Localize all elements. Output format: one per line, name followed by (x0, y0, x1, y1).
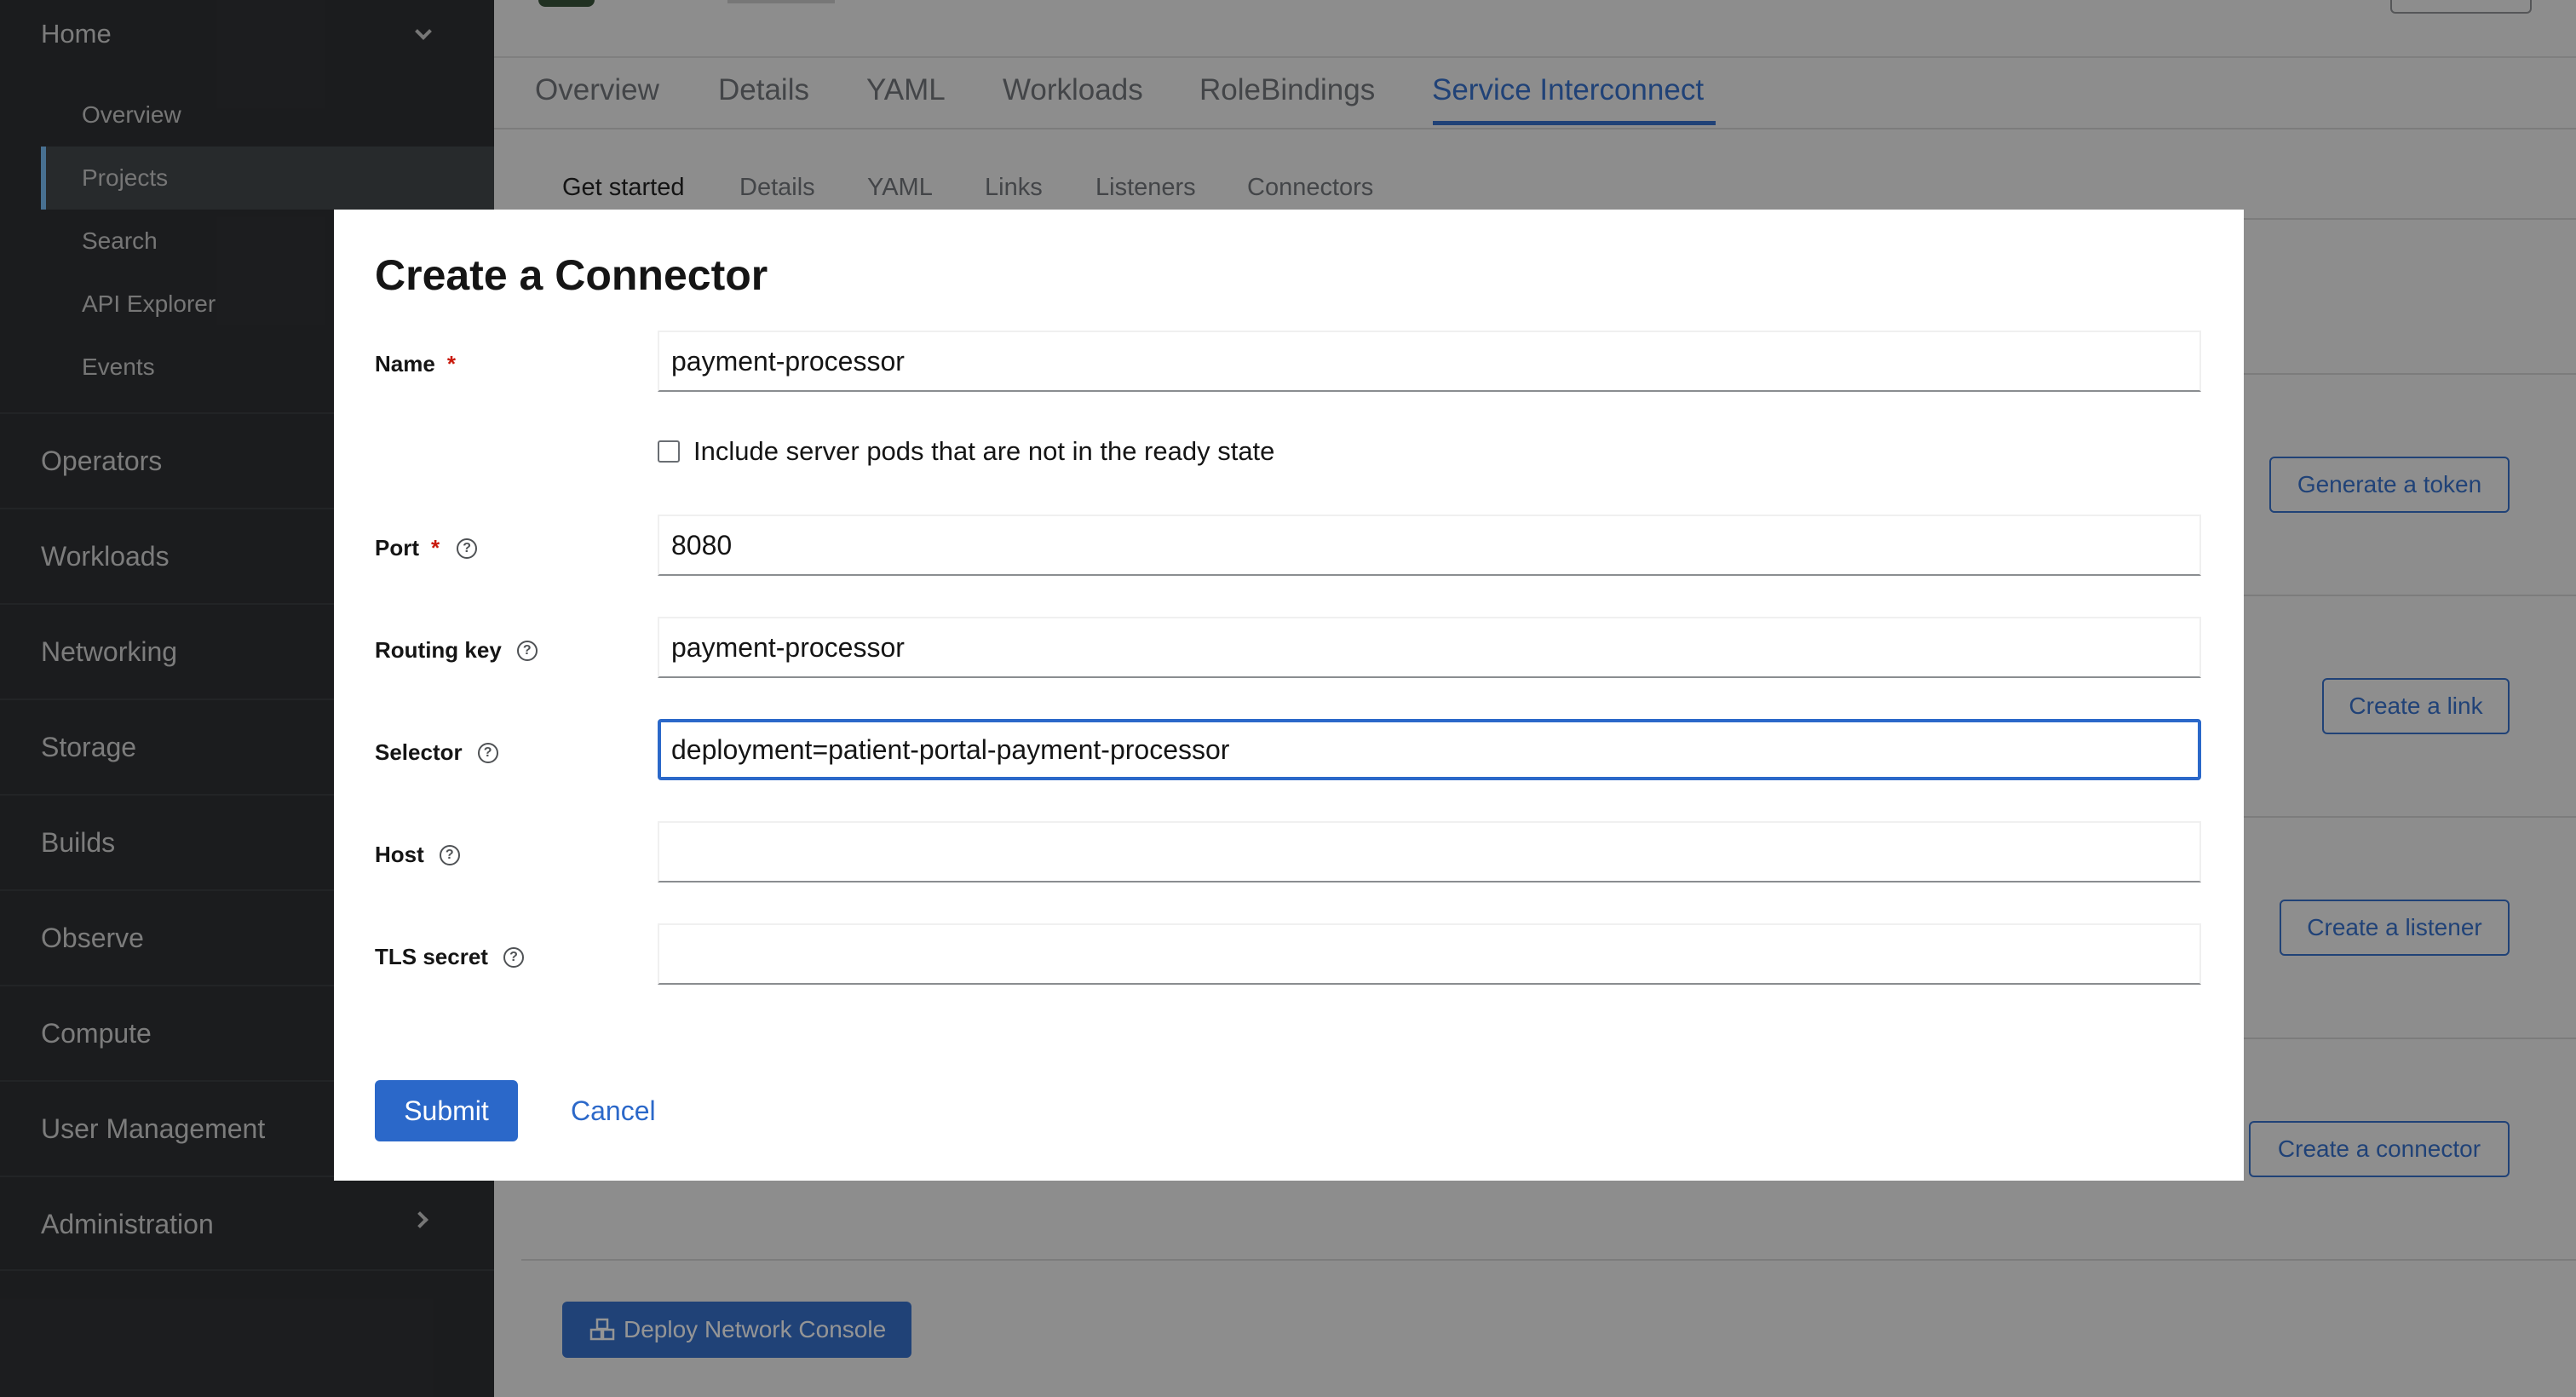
modal-title: Create a Connector (375, 251, 768, 299)
routing-key-input[interactable] (658, 617, 2201, 678)
include-not-ready-checkbox[interactable] (658, 440, 680, 463)
help-icon[interactable]: ? (477, 742, 498, 763)
port-field-label: Port * ? (375, 535, 478, 561)
name-input[interactable] (658, 331, 2201, 392)
help-icon[interactable]: ? (516, 640, 538, 661)
tls-secret-input[interactable] (658, 923, 2201, 985)
selector-input[interactable] (658, 719, 2201, 780)
required-marker: * (446, 351, 456, 377)
selector-label-text: Selector (375, 739, 463, 765)
help-icon[interactable]: ? (503, 946, 524, 968)
cancel-button[interactable]: Cancel (571, 1080, 656, 1141)
tls-secret-label-text: TLS secret (375, 944, 488, 969)
host-field-label: Host ? (375, 842, 460, 868)
name-label-text: Name (375, 351, 435, 377)
help-icon[interactable]: ? (457, 538, 478, 559)
selector-field-label: Selector ? (375, 739, 498, 766)
port-input[interactable] (658, 515, 2201, 576)
required-marker: * (431, 535, 440, 561)
host-input[interactable] (658, 821, 2201, 882)
host-label-text: Host (375, 842, 424, 867)
help-icon[interactable]: ? (439, 844, 460, 865)
routing-key-label-text: Routing key (375, 637, 502, 663)
routing-key-field-label: Routing key ? (375, 637, 538, 664)
include-not-ready-option[interactable]: Include server pods that are not in the … (658, 436, 1274, 467)
submit-button[interactable]: Submit (375, 1080, 518, 1141)
create-connector-modal: Create a Connector Name * Include server… (334, 210, 2244, 1181)
include-not-ready-label: Include server pods that are not in the … (693, 436, 1275, 466)
tls-secret-field-label: TLS secret ? (375, 944, 524, 970)
name-field-label: Name * (375, 351, 456, 377)
port-label-text: Port (375, 535, 419, 561)
